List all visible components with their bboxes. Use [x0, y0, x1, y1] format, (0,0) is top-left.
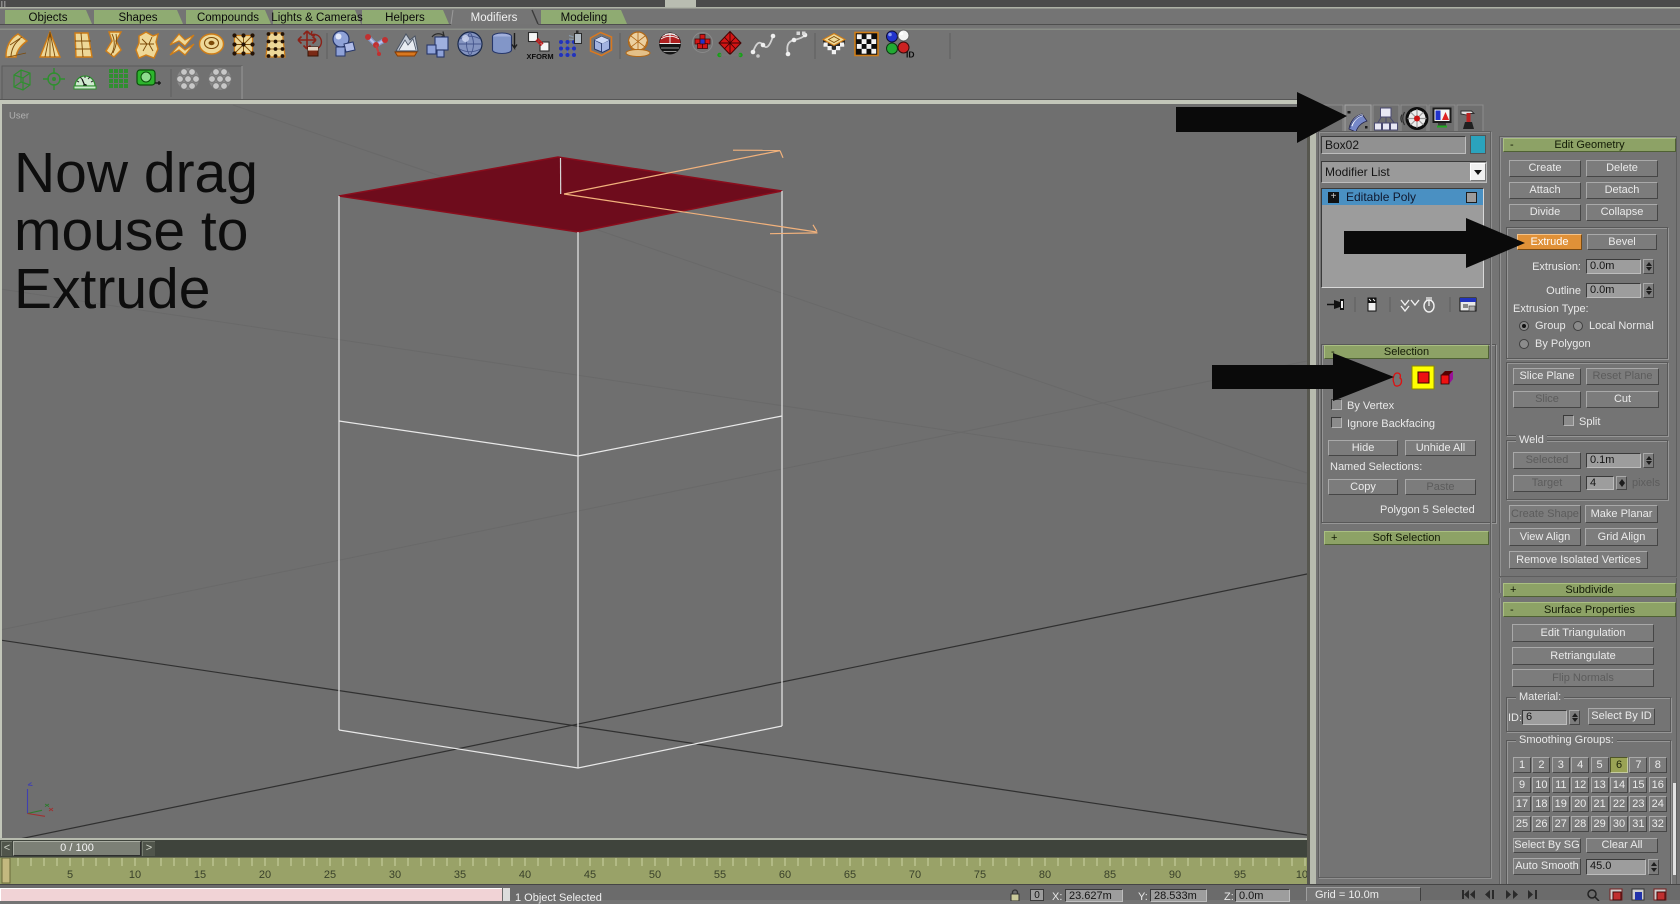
svg-text:10: 10 [129, 869, 141, 881]
svg-text:85: 85 [1104, 869, 1116, 881]
svg-text:50: 50 [649, 869, 661, 881]
svg-text:80: 80 [1039, 869, 1051, 881]
svg-text:55: 55 [714, 869, 726, 881]
svg-text:15: 15 [194, 869, 206, 881]
svg-text:65: 65 [844, 869, 856, 881]
svg-text:100: 100 [1296, 869, 1307, 881]
svg-text:60: 60 [779, 869, 791, 881]
svg-text:40: 40 [519, 869, 531, 881]
svg-text:30: 30 [389, 869, 401, 881]
svg-text:20: 20 [259, 869, 271, 881]
svg-text:Shapes: Shapes [118, 12, 157, 24]
svg-text:35: 35 [454, 869, 466, 881]
svg-text:XFORM: XFORM [527, 52, 554, 61]
svg-text:Modeling: Modeling [561, 12, 608, 24]
svg-text:Helpers: Helpers [385, 12, 425, 24]
svg-text:5: 5 [67, 869, 73, 881]
svg-text:User: User [9, 111, 29, 122]
svg-text:Modifiers: Modifiers [471, 12, 518, 24]
svg-text:Objects: Objects [29, 12, 68, 24]
svg-text:95: 95 [1234, 869, 1246, 881]
svg-text:45: 45 [584, 869, 596, 881]
svg-text:25: 25 [324, 869, 336, 881]
svg-text:90: 90 [1169, 869, 1181, 881]
svg-text:75: 75 [974, 869, 986, 881]
svg-text:70: 70 [909, 869, 921, 881]
svg-text:Lights & Cameras: Lights & Cameras [271, 12, 363, 24]
svg-text:ID: ID [906, 50, 915, 60]
svg-text:Compounds: Compounds [197, 12, 259, 24]
